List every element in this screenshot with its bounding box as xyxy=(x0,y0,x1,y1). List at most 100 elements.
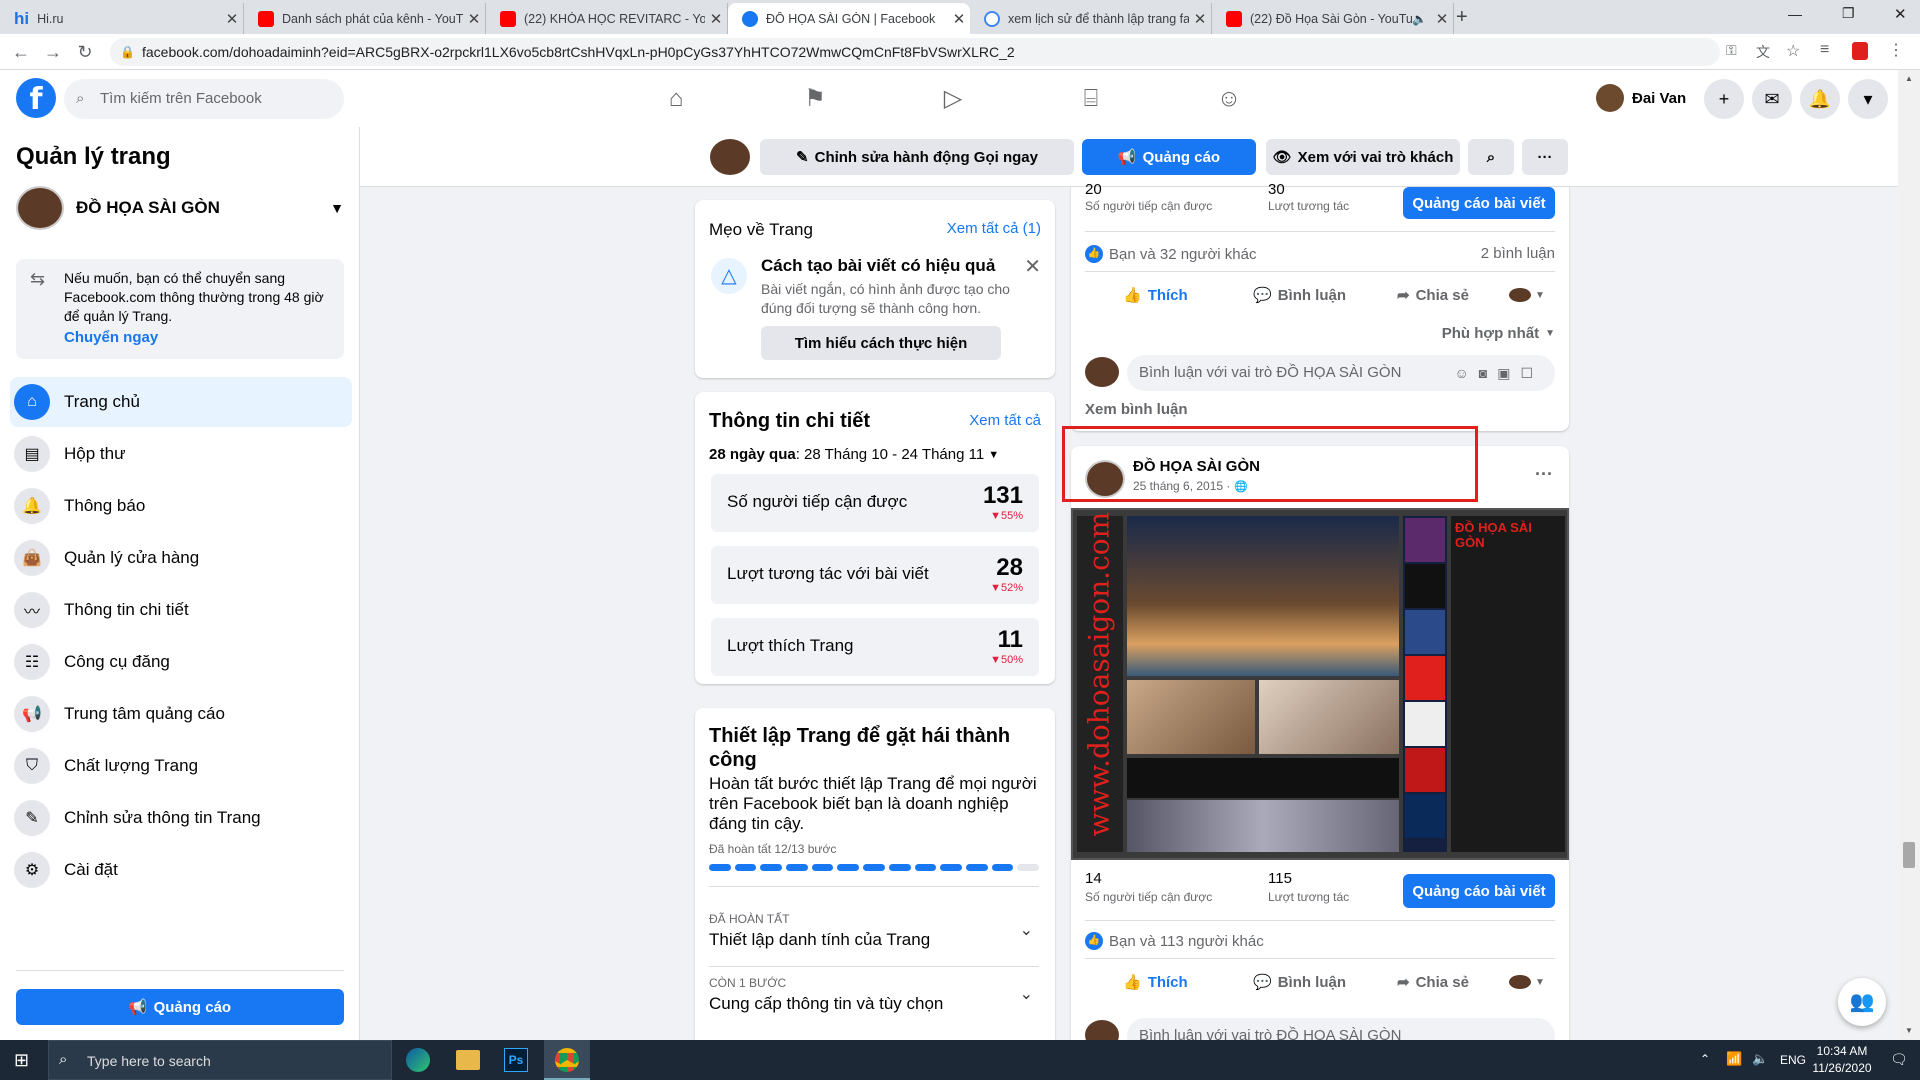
view-comments-link[interactable]: Xem bình luận xyxy=(1085,401,1188,418)
view-as-visitor-button[interactable]: 👁 Xem với vai trò khách xyxy=(1266,139,1460,175)
search-input[interactable]: ⌕ Tìm kiếm trên Facebook xyxy=(64,79,344,119)
facebook-logo-icon[interactable]: f xyxy=(16,78,56,118)
sidebar-item-inbox[interactable]: ▤ Hộp thư xyxy=(10,429,352,479)
menu-dots-icon[interactable]: ⋮ xyxy=(1888,40,1904,60)
window-close-icon[interactable]: ✕ xyxy=(1894,5,1907,23)
share-button[interactable]: ➦ Chia sẻ xyxy=(1397,964,1469,1000)
promote-button[interactable]: 📢 Quảng cáo xyxy=(1082,139,1256,175)
reactions-summary[interactable]: 👍 Bạn và 113 người khác xyxy=(1085,932,1264,950)
profile-button[interactable]: Đai Van xyxy=(1596,84,1686,112)
comment-input[interactable]: Bình luận với vai trò ĐỒ HỌA SÀI GÒN ☺◙▣… xyxy=(1127,355,1555,391)
sidebar-item-publishing-tools[interactable]: ☷ Công cụ đăng xyxy=(10,637,352,687)
sidebar-item-settings[interactable]: ⚙ Cài đặt xyxy=(10,845,352,895)
edge-browser-icon[interactable] xyxy=(406,1048,430,1072)
scrollbar-thumb[interactable] xyxy=(1903,842,1915,868)
tab-hiru[interactable]: hi Hi.ru ✕ xyxy=(0,3,244,34)
close-icon[interactable]: ✕ xyxy=(1189,10,1211,28)
chrome-taskbar-button[interactable] xyxy=(544,1040,590,1080)
page-scrollbar[interactable]: ▲ ▼ xyxy=(1898,70,1920,1040)
comment-button[interactable]: 💬 Bình luận xyxy=(1253,964,1346,1000)
scroll-down-icon[interactable]: ▼ xyxy=(1905,1026,1913,1035)
setup-step-info[interactable]: CÒN 1 BƯỚC Cung cấp thông tin và tùy chọ… xyxy=(709,976,1039,1022)
wifi-icon[interactable]: 📶 xyxy=(1726,1051,1742,1067)
more-dots-icon[interactable]: ··· xyxy=(1535,464,1553,485)
learn-how-button[interactable]: Tìm hiểu cách thực hiện xyxy=(761,326,1001,360)
sidebar-item-insights[interactable]: 〰 Thông tin chi tiết xyxy=(10,585,352,635)
edit-call-action-button[interactable]: ✎ Chỉnh sửa hành động Gọi ngay xyxy=(760,139,1074,175)
setup-step-identity[interactable]: ĐÃ HOÀN TẤT Thiết lập danh tính của Tran… xyxy=(709,912,1039,958)
sidebar-item-ad-center[interactable]: 📢 Trung tâm quảng cáo xyxy=(10,689,352,739)
more-options-button[interactable]: ··· xyxy=(1522,139,1568,175)
post-as-selector[interactable]: ▼ xyxy=(1509,964,1545,1000)
extension-icon[interactable] xyxy=(1852,42,1868,60)
close-icon[interactable]: ✕ xyxy=(1024,254,1041,279)
sidebar-item-notifications[interactable]: 🔔 Thông báo xyxy=(10,481,352,531)
boost-post-button[interactable]: Quảng cáo bài viết xyxy=(1403,187,1555,219)
forward-icon[interactable]: → xyxy=(42,41,64,63)
marketplace-icon[interactable]: ⌸ xyxy=(1074,82,1108,116)
page-switcher[interactable]: ĐỒ HỌA SÀI GÒN ▼ xyxy=(16,185,344,231)
date-range-selector[interactable]: 28 ngày qua : 28 Tháng 10 - 24 Tháng 11 … xyxy=(709,446,999,463)
tab-facebook[interactable]: ĐỒ HỌA SÀI GÒN | Facebook ✕ xyxy=(728,3,970,34)
boost-post-button[interactable]: Quảng cáo bài viết xyxy=(1403,874,1555,908)
minimize-icon[interactable]: — xyxy=(1788,6,1802,22)
sidebar-item-page-quality[interactable]: ⛉ Chất lượng Trang xyxy=(10,741,352,791)
stat-reach[interactable]: Số người tiếp cận được 131 ▼55% xyxy=(711,474,1039,532)
close-icon[interactable]: ✕ xyxy=(463,10,485,28)
maximize-icon[interactable]: ❐ xyxy=(1842,5,1855,22)
back-icon[interactable]: ← xyxy=(10,41,32,63)
comment-sort-selector[interactable]: Phù hợp nhất ▼ xyxy=(1442,325,1555,342)
tray-chevron-icon[interactable]: ⌃ xyxy=(1700,1052,1710,1066)
stat-page-likes[interactable]: Lượt thích Trang 11 ▼50% xyxy=(711,618,1039,676)
clock[interactable]: 10:34 AM 11/26/2020 xyxy=(1808,1044,1876,1075)
like-button[interactable]: 👍 Thích xyxy=(1123,277,1188,313)
new-tab-icon[interactable]: + xyxy=(1456,6,1468,29)
scroll-up-icon[interactable]: ▲ xyxy=(1905,74,1913,83)
groups-icon[interactable]: ☺ xyxy=(1212,82,1246,116)
comment-count[interactable]: 2 bình luận xyxy=(1481,245,1555,262)
reactions-summary[interactable]: 👍 Bạn và 32 người khác xyxy=(1085,245,1256,263)
comment-button[interactable]: 💬 Bình luận xyxy=(1253,277,1346,313)
tab-youtube-3[interactable]: (22) Đồ Họa Sài Gòn - YouTu 🔈 ✕ xyxy=(1212,3,1454,34)
sidebar-ad-button[interactable]: 📢 Quảng cáo xyxy=(16,989,344,1025)
close-icon[interactable]: ✕ xyxy=(948,10,970,28)
tips-see-all-link[interactable]: Xem tất cả (1) xyxy=(947,220,1041,237)
taskbar-search-box[interactable]: ⌕ Type here to search xyxy=(48,1040,392,1080)
address-bar[interactable]: 🔒 facebook.com/dohoadaiminh?eid=ARC5gBRX… xyxy=(110,38,1720,66)
account-menu-chevron-icon[interactable]: ▾ xyxy=(1848,79,1888,119)
close-icon[interactable]: ✕ xyxy=(221,10,243,28)
reload-icon[interactable]: ↻ xyxy=(74,41,96,63)
file-explorer-icon[interactable] xyxy=(456,1050,480,1070)
bookmark-star-icon[interactable]: ☆ xyxy=(1786,41,1800,61)
notifications-bell-icon[interactable]: 🔔 xyxy=(1800,79,1840,119)
tab-google[interactable]: xem lịch sử để thành lập trang fa ✕ xyxy=(970,3,1212,34)
switch-now-link[interactable]: Chuyển ngay xyxy=(64,329,158,346)
speaker-icon[interactable]: 🔈 xyxy=(1412,12,1427,26)
flag-icon[interactable]: ⚑ xyxy=(798,82,832,116)
post-as-selector[interactable]: ▼ xyxy=(1509,277,1545,313)
share-button[interactable]: ➦ Chia sẻ xyxy=(1397,277,1469,313)
page-search-button[interactable]: ⌕ xyxy=(1468,139,1514,175)
messenger-icon[interactable]: ✉ xyxy=(1752,79,1792,119)
stat-engagement[interactable]: Lượt tương tác với bài viết 28 ▼52% xyxy=(711,546,1039,604)
notification-center-icon[interactable]: 🗨 xyxy=(1890,1051,1908,1068)
like-button[interactable]: 👍 Thích xyxy=(1123,964,1188,1000)
contacts-people-icon[interactable]: 👥 xyxy=(1838,978,1886,1026)
home-icon[interactable]: ⌂ xyxy=(659,82,693,116)
tab-youtube-2[interactable]: (22) KHÓA HỌC REVITARC - YouT ✕ xyxy=(486,3,728,34)
sidebar-item-shop[interactable]: 👜 Quản lý cửa hàng xyxy=(10,533,352,583)
close-icon[interactable]: ✕ xyxy=(1431,10,1453,28)
photoshop-icon[interactable]: Ps xyxy=(504,1048,528,1072)
sidebar-item-home[interactable]: ⌂ Trang chủ xyxy=(10,377,352,427)
watch-icon[interactable]: ▷ xyxy=(936,82,970,116)
key-icon[interactable]: ⚿ xyxy=(1726,42,1737,59)
post-image[interactable]: www.dohoasaigon.com ĐỒ HỌA SÀI GÒN xyxy=(1071,508,1569,860)
language-indicator[interactable]: ENG xyxy=(1780,1053,1806,1067)
insights-see-all-link[interactable]: Xem tất cả xyxy=(969,412,1041,429)
close-icon[interactable]: ✕ xyxy=(705,10,727,28)
volume-icon[interactable]: 🔈 xyxy=(1752,1051,1768,1067)
sidebar-item-edit-page-info[interactable]: ✎ Chỉnh sửa thông tin Trang xyxy=(10,793,352,843)
windows-start-icon[interactable]: ⊞ xyxy=(14,1050,29,1071)
translate-icon[interactable]: 文 xyxy=(1756,42,1770,62)
reading-list-icon[interactable]: ≡ xyxy=(1820,41,1829,59)
